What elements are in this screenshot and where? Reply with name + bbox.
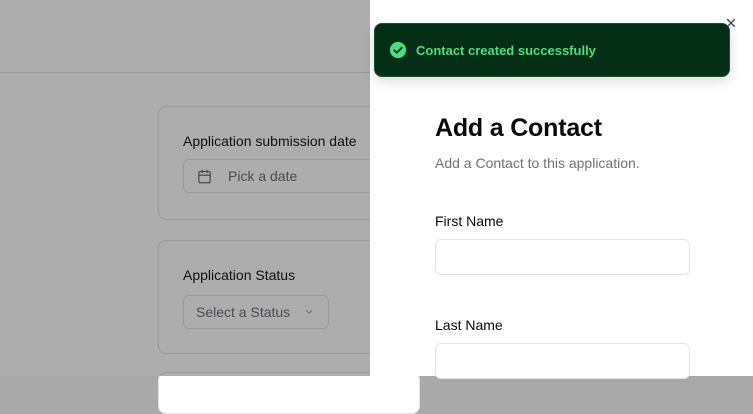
first-name-input[interactable] (435, 239, 690, 275)
additional-card (158, 372, 420, 414)
sheet-description: Add a Contact to this application. (435, 155, 640, 171)
first-name-label: First Name (435, 213, 504, 229)
check-circle-icon (389, 41, 407, 59)
sheet-title: Add a Contact (435, 114, 602, 142)
success-toast: Contact created successfully (374, 23, 730, 77)
last-name-label: Last Name (435, 317, 503, 333)
last-name-input[interactable] (435, 343, 690, 379)
toast-message: Contact created successfully (416, 42, 596, 58)
